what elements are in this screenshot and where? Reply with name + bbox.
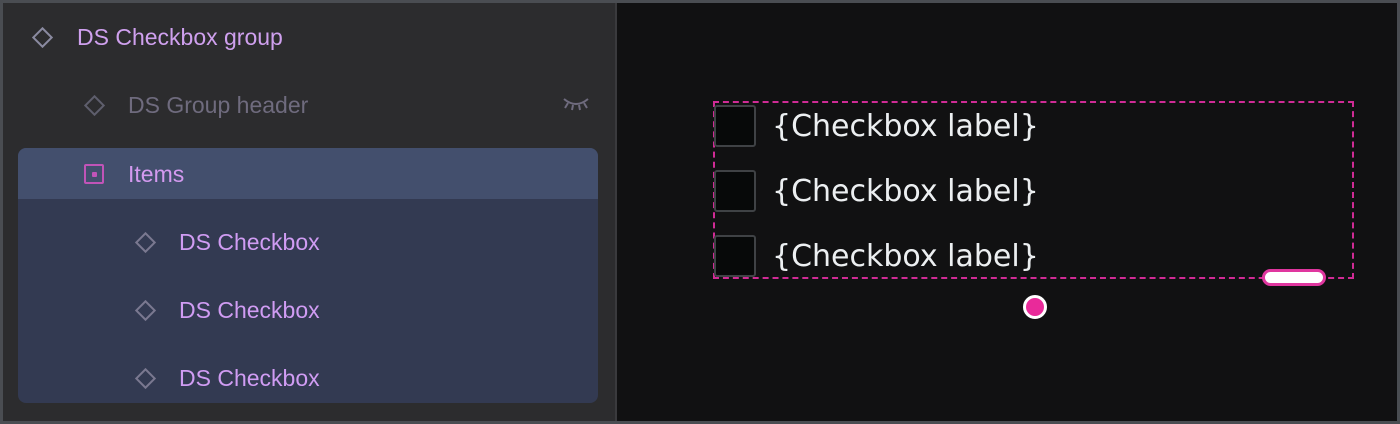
resize-handle[interactable] xyxy=(1262,269,1326,286)
layer-label: DS Checkbox xyxy=(179,229,320,255)
checkbox[interactable] xyxy=(714,170,756,212)
checkbox[interactable] xyxy=(714,235,756,277)
frame-icon xyxy=(82,162,106,186)
layer-ds-group-header[interactable]: DS Group header xyxy=(3,71,615,139)
layers-panel: DS Checkbox group DS Group header Items … xyxy=(3,3,617,421)
spacing-handle-dot[interactable] xyxy=(1023,295,1047,319)
component-diamond-icon xyxy=(133,366,157,390)
checkbox[interactable] xyxy=(714,105,756,147)
layer-ds-checkbox-group[interactable]: DS Checkbox group xyxy=(3,3,615,71)
layer-ds-checkbox[interactable]: DS Checkbox xyxy=(3,344,615,412)
component-diamond-icon xyxy=(133,298,157,322)
checkbox-item[interactable]: {Checkbox label} xyxy=(714,103,1039,149)
component-diamond-icon xyxy=(82,93,106,117)
layer-label: DS Group header xyxy=(128,92,309,118)
component-diamond-icon xyxy=(30,25,54,49)
app-window: DS Checkbox group DS Group header Items … xyxy=(3,3,1397,421)
design-canvas[interactable]: {Checkbox label} {Checkbox label} {Check… xyxy=(617,3,1397,421)
checkbox-item[interactable]: {Checkbox label} xyxy=(714,233,1039,279)
layer-ds-checkbox[interactable]: DS Checkbox xyxy=(3,208,615,276)
layer-label: DS Checkbox xyxy=(179,365,320,391)
component-diamond-icon xyxy=(133,230,157,254)
layer-label: DS Checkbox xyxy=(179,297,320,323)
checkbox-label: {Checkbox label} xyxy=(772,173,1039,209)
checkbox-label: {Checkbox label} xyxy=(772,108,1039,144)
eye-closed-icon[interactable] xyxy=(561,95,591,113)
layer-ds-checkbox[interactable]: DS Checkbox xyxy=(3,276,615,344)
checkbox-item[interactable]: {Checkbox label} xyxy=(714,168,1039,214)
layer-label: Items xyxy=(128,161,185,187)
checkbox-label: {Checkbox label} xyxy=(772,238,1039,274)
layer-items[interactable]: Items xyxy=(18,148,598,199)
layer-label: DS Checkbox group xyxy=(77,24,283,50)
